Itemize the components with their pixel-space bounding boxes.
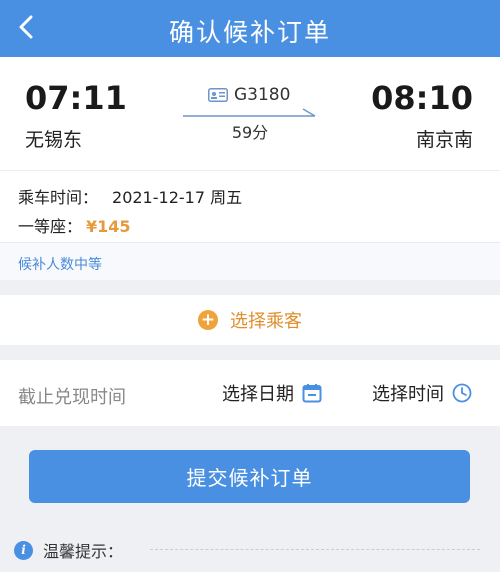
ride-time-label: 乘车时间： — [18, 188, 99, 207]
seat-label: 一等座： — [18, 217, 83, 236]
info-icon: i — [14, 540, 33, 560]
ride-time-row: 乘车时间： 2021-12-17 周五 — [18, 184, 242, 208]
arrival-station: 南京南 — [415, 129, 473, 151]
train-number: G3180 — [234, 85, 291, 105]
tips-label: 温馨提示： — [43, 542, 124, 561]
ticket-details-card: 乘车时间： 2021-12-17 周五 一等座： ¥145 — [0, 170, 500, 242]
departure-time: 07:11 — [25, 79, 127, 117]
plus-circle-icon: + — [198, 310, 218, 330]
clock-icon — [452, 383, 472, 403]
page-title: 确认候补订单 — [168, 18, 331, 47]
select-date-button[interactable]: 选择日期 — [222, 380, 322, 406]
deadline-card: 截止兑现时间 选择日期 选择时间 — [0, 360, 500, 426]
waitlist-status-text: 候补人数中等 — [18, 257, 102, 273]
route-arrow-icon — [183, 108, 316, 117]
calendar-icon — [302, 384, 322, 403]
select-passenger-button[interactable]: + 选择乘客 — [0, 295, 500, 345]
select-passenger-label: 选择乘客 — [230, 311, 302, 332]
train-info-card: 07:11 无锡东 G3180 59分 08:10 南京南 — [0, 57, 500, 170]
deadline-label: 截止兑现时间 — [18, 387, 126, 408]
train-number-group: G3180 — [208, 85, 290, 105]
ride-time-value: 2021-12-17 周五 — [112, 188, 243, 207]
id-card-icon — [208, 88, 228, 102]
select-time-label: 选择时间 — [372, 384, 444, 405]
waitlist-status-bar: 候补人数中等 — [0, 242, 500, 280]
select-time-button[interactable]: 选择时间 — [372, 380, 472, 406]
header-bar: 确认候补订单 — [0, 0, 500, 57]
submit-waitlist-order-button[interactable]: 提交候补订单 — [29, 450, 470, 503]
select-date-label: 选择日期 — [222, 384, 294, 405]
seat-row: 一等座： ¥145 — [18, 213, 131, 237]
tips-section: i 温馨提示： — [14, 538, 123, 562]
tips-divider — [150, 549, 480, 550]
seat-price: ¥145 — [86, 217, 131, 236]
arrival-time: 08:10 — [371, 79, 473, 117]
